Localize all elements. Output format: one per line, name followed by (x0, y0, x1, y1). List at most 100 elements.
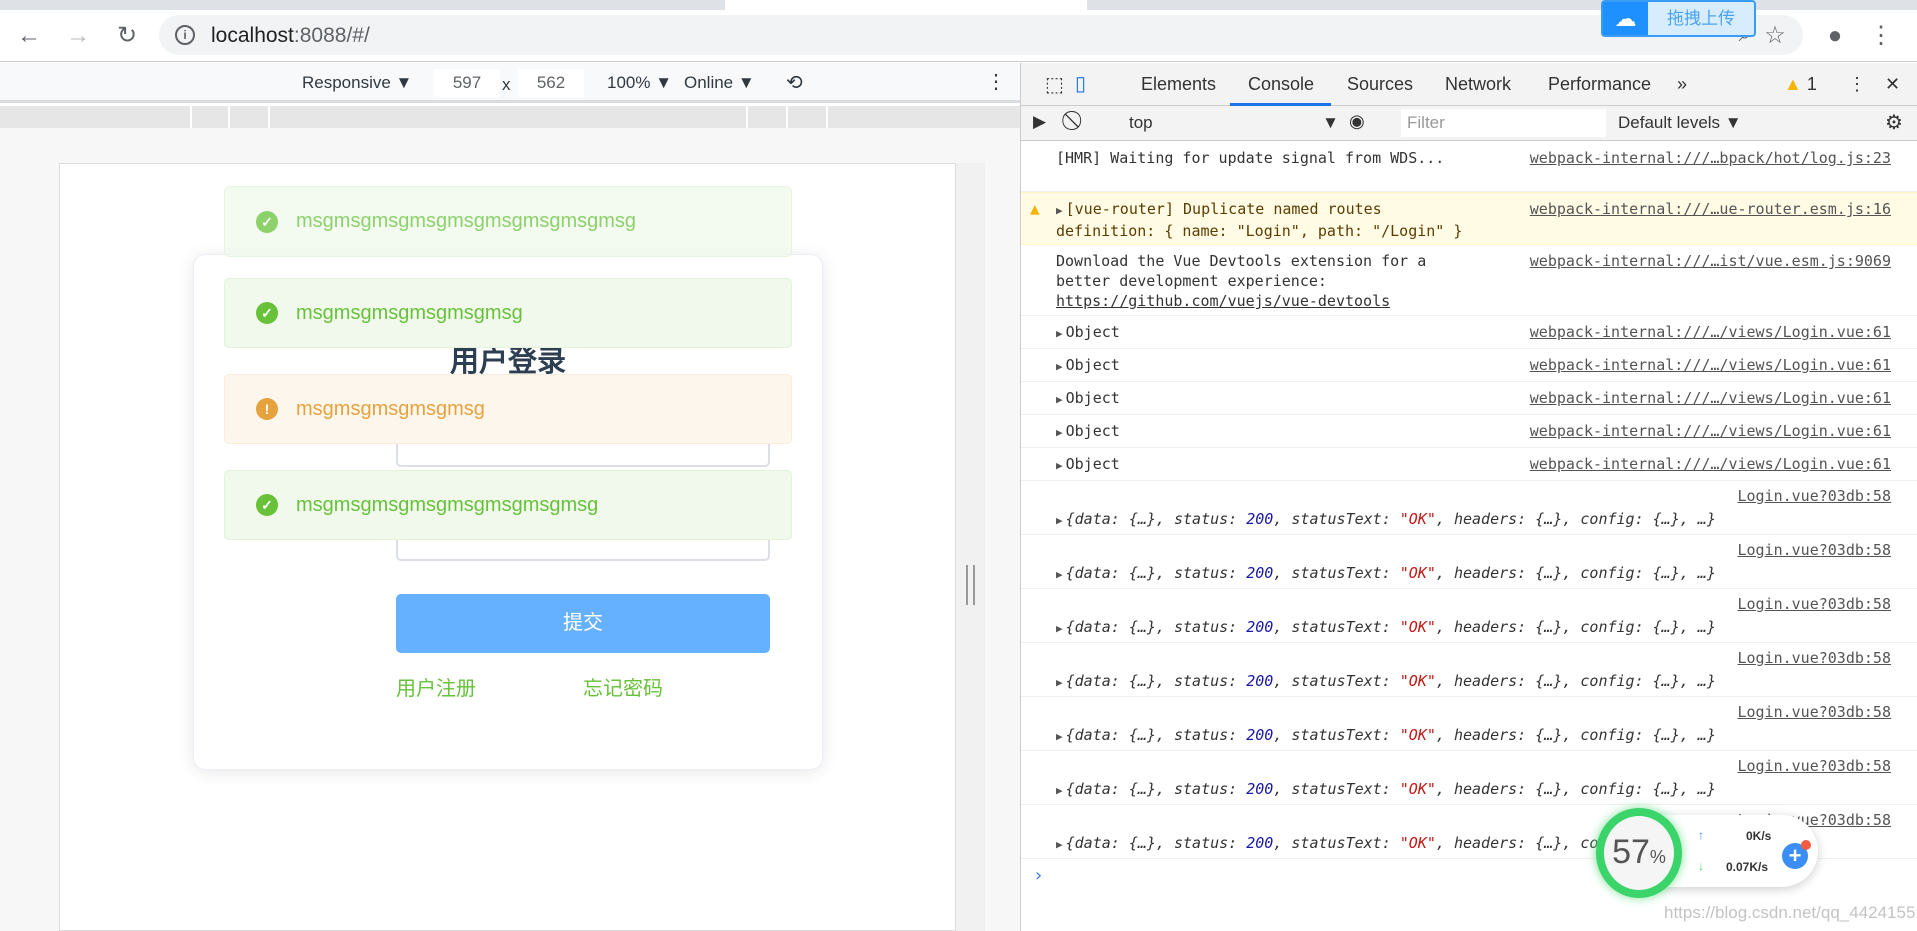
expand-triangle-icon[interactable]: ▶ (1056, 357, 1063, 377)
console-row-response: Login.vue?03db:58 ▶ {data: {…}, status: 2… (1021, 481, 1917, 535)
response-text: , headers: {…}, config: {…}, …} (1435, 618, 1716, 636)
source-link[interactable]: Login.vue?03db:58 (1737, 648, 1891, 668)
source-link[interactable]: webpack-internal:///…/views/Login.vue:61 (1530, 421, 1891, 441)
response-text: , statusText: (1273, 672, 1400, 690)
tab-sources[interactable]: Sources (1347, 74, 1413, 95)
info-icon[interactable]: i (175, 25, 195, 45)
device-toggle-icon[interactable]: ▯ (1075, 71, 1086, 96)
gauge-unit: % (1649, 847, 1666, 867)
console-text: [vue-router] Duplicate named routes defi… (1056, 200, 1463, 240)
star-icon[interactable]: ☆ (1760, 22, 1790, 50)
resize-handle[interactable] (966, 565, 975, 605)
message-success: ✓ msgmsgmsgmsgmsgmsg (224, 278, 792, 348)
source-link[interactable]: Login.vue?03db:58 (1737, 702, 1891, 722)
source-link[interactable]: webpack-internal:///…bpack/hot/log.js:23 (1530, 148, 1891, 168)
status-text-value: "OK" (1399, 726, 1436, 744)
memory-gauge[interactable]: 57% (1596, 808, 1682, 898)
rotate-icon[interactable]: ⟲ (786, 70, 803, 95)
console-messages: [HMR] Waiting for update signal from WDS… (1021, 142, 1917, 899)
expand-triangle-icon[interactable]: ▶ (1056, 324, 1063, 344)
console-text[interactable]: Object (1066, 323, 1120, 341)
warnings-badge[interactable]: ▲ 1 (1784, 74, 1817, 95)
upload-widget-label: 拖拽上传 (1667, 9, 1735, 28)
height-input[interactable]: 562 (518, 69, 584, 97)
console-toolbar: ▶ ⃠ top▼ ◉ Filter Default levels ▼ ⚙ (1021, 106, 1917, 141)
zoom-select[interactable]: 100% ▼ (607, 73, 672, 93)
more-icon[interactable]: ⋮ (986, 69, 1006, 94)
tab-performance[interactable]: Performance (1548, 74, 1651, 95)
source-link[interactable]: webpack-internal:///…ue-router.esm.js:16 (1530, 199, 1891, 219)
response-text: {data: {…}, status: (1065, 780, 1247, 798)
warning-circle-icon: ! (256, 398, 278, 420)
expand-triangle-icon[interactable]: ▶ (1056, 835, 1063, 855)
console-row-object: ▶ Object webpack-internal:///…/views/Logi… (1021, 349, 1917, 382)
console-row-object: ▶ Object webpack-internal:///…/views/Logi… (1021, 316, 1917, 349)
media-query-bar[interactable] (0, 106, 1020, 128)
source-link[interactable]: Login.vue?03db:58 (1737, 540, 1891, 560)
upload-widget[interactable]: ☁ 拖拽上传 (1601, 0, 1756, 37)
more-tabs-button[interactable]: » (1677, 74, 1687, 95)
expand-triangle-icon[interactable]: ▶ (1056, 727, 1063, 747)
console-text[interactable]: Object (1066, 422, 1120, 440)
devtools-tabbar: ⬚ ▯ Elements Console Sources Network Per… (1021, 63, 1917, 106)
expand-triangle-icon[interactable]: ▶ (1056, 673, 1063, 693)
tab-network[interactable]: Network (1445, 74, 1511, 95)
forgot-password-link[interactable]: 忘记密码 (583, 672, 663, 701)
expand-triangle-icon[interactable]: ▶ (1056, 565, 1063, 585)
expand-triangle-icon[interactable]: ▶ (1056, 423, 1063, 443)
response-text: , statusText: (1273, 564, 1400, 582)
account-icon[interactable]: ● (1820, 22, 1850, 50)
response-text: , statusText: (1273, 834, 1400, 852)
tab-console[interactable]: Console (1248, 74, 1314, 95)
settings-icon[interactable]: ⚙ (1885, 110, 1903, 135)
status-text-value: "OK" (1399, 780, 1436, 798)
tab-elements[interactable]: Elements (1141, 74, 1216, 95)
notification-dot (1801, 840, 1811, 850)
network-select[interactable]: Online ▼ (684, 73, 755, 93)
source-link[interactable]: webpack-internal:///…/views/Login.vue:61 (1530, 388, 1891, 408)
url-text[interactable]: localhost:8088/#/ (211, 24, 370, 48)
register-link[interactable]: 用户注册 (396, 672, 476, 701)
console-text[interactable]: Object (1066, 356, 1120, 374)
expand-triangle-icon[interactable]: ▶ (1056, 619, 1063, 639)
expand-triangle-icon[interactable]: ▶ (1056, 390, 1063, 410)
expand-triangle-icon[interactable]: ▶ (1056, 781, 1063, 801)
console-text: Download the Vue Devtools extension for … (1056, 252, 1436, 290)
levels-select[interactable]: Default levels ▼ (1618, 113, 1742, 133)
source-link[interactable]: Login.vue?03db:58 (1737, 756, 1891, 776)
status-text-value: "OK" (1399, 672, 1436, 690)
response-text: {data: {…}, status: (1065, 672, 1247, 690)
menu-icon[interactable]: ⋮ (1866, 22, 1896, 50)
source-link[interactable]: webpack-internal:///…ist/vue.esm.js:9069 (1530, 251, 1891, 271)
context-select[interactable]: top ▼ (1129, 113, 1339, 133)
expand-triangle-icon[interactable]: ▶ (1056, 456, 1063, 476)
status-value: 200 (1246, 672, 1274, 690)
devtools-link[interactable]: https://github.com/vuejs/vue-devtools (1056, 292, 1390, 310)
source-link[interactable]: webpack-internal:///…/views/Login.vue:61 (1530, 355, 1891, 375)
source-link[interactable]: Login.vue?03db:58 (1737, 594, 1891, 614)
forward-icon[interactable]: → (63, 22, 93, 50)
expand-triangle-icon[interactable]: ▶ (1056, 511, 1063, 531)
devtools-menu-icon[interactable]: ⋮ (1848, 74, 1866, 95)
console-text[interactable]: Object (1066, 455, 1120, 473)
source-link[interactable]: Login.vue?03db:58 (1737, 486, 1891, 506)
upload-arrow-icon: ↑ (1698, 828, 1704, 842)
status-value: 200 (1246, 780, 1274, 798)
filter-input[interactable]: Filter (1401, 109, 1606, 137)
device-select[interactable]: Responsive ▼ (302, 73, 412, 93)
source-link[interactable]: webpack-internal:///…/views/Login.vue:61 (1530, 454, 1891, 474)
reload-icon[interactable]: ↻ (112, 22, 142, 50)
inspect-icon[interactable]: ⬚ (1045, 72, 1064, 97)
response-text: {data: {…}, status: (1065, 510, 1247, 528)
width-input[interactable]: 597 (434, 69, 500, 97)
submit-button[interactable]: 提交 (396, 594, 770, 653)
address-bar[interactable]: i localhost:8088/#/ ⌕ (159, 15, 1803, 55)
close-icon[interactable]: ✕ (1885, 74, 1900, 95)
source-link[interactable]: webpack-internal:///…/views/Login.vue:61 (1530, 322, 1891, 342)
back-icon[interactable]: ← (14, 22, 44, 50)
expand-triangle-icon[interactable]: ▶ (1056, 201, 1063, 221)
sidebar-toggle-icon[interactable]: ▶ (1033, 112, 1046, 132)
devtools-panel: ⬚ ▯ Elements Console Sources Network Per… (1021, 63, 1917, 931)
eye-icon[interactable]: ◉ (1349, 111, 1365, 132)
console-text[interactable]: Object (1066, 389, 1120, 407)
